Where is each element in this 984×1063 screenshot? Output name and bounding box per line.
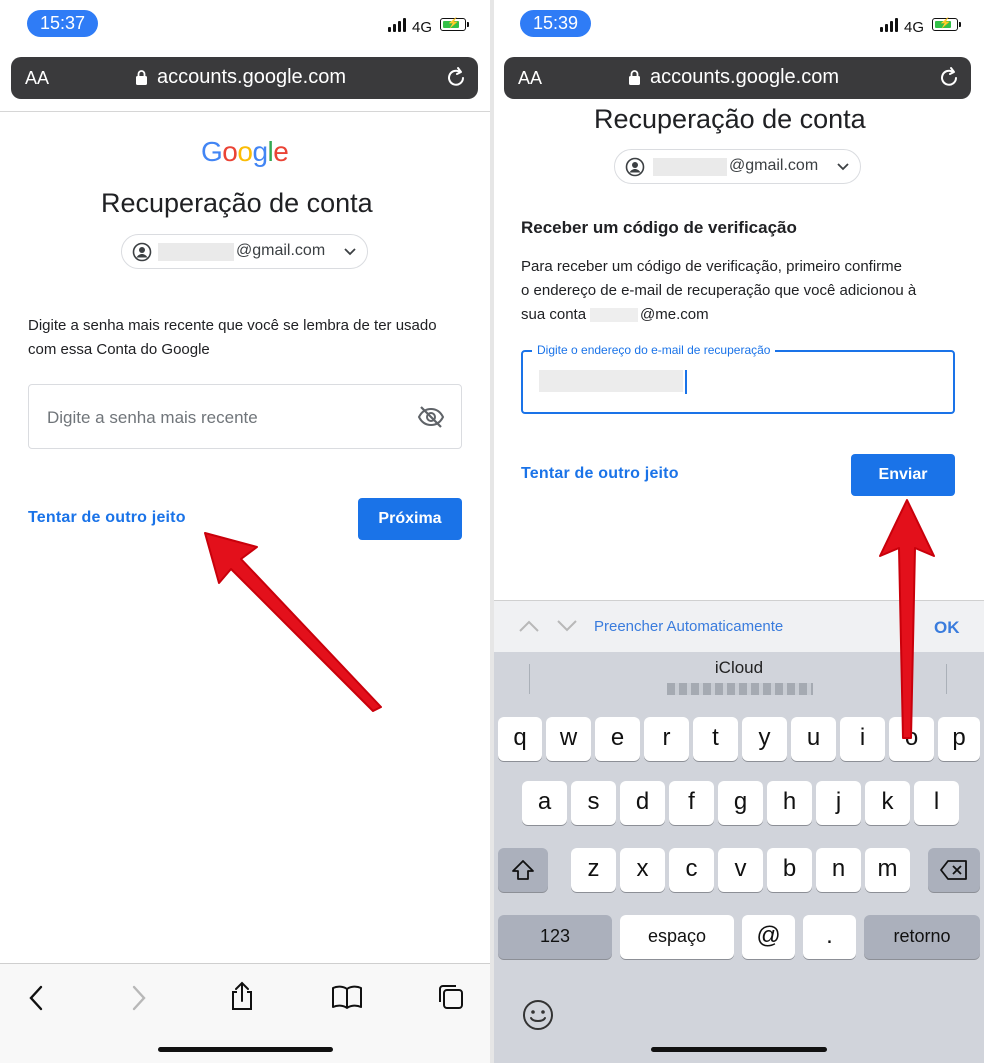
address-bar[interactable]: AA accounts.google.com	[11, 57, 478, 99]
red-arrow-annotation	[879, 499, 935, 739]
send-button[interactable]: Enviar	[851, 454, 955, 496]
tabs-icon[interactable]	[436, 982, 466, 1012]
key-t[interactable]: t	[693, 717, 738, 761]
redacted-suggestion	[667, 683, 813, 695]
share-icon[interactable]	[229, 980, 255, 1012]
key-j[interactable]: j	[816, 781, 861, 825]
autofill-button[interactable]: Preencher Automaticamente	[594, 618, 783, 635]
instruction-text: Digite a senha mais recente que você se …	[28, 317, 437, 358]
backspace-key[interactable]	[928, 848, 980, 892]
chevron-down-icon	[837, 163, 849, 171]
forward-icon[interactable]	[130, 984, 148, 1012]
account-icon	[132, 242, 152, 262]
account-email: @gmail.com	[729, 157, 819, 174]
bookmarks-icon[interactable]	[331, 984, 363, 1010]
redacted-input-value	[539, 370, 683, 392]
key-s[interactable]: s	[571, 781, 616, 825]
key-p[interactable]: p	[938, 717, 980, 761]
dot-key[interactable]: .	[803, 915, 856, 959]
password-placeholder: Digite a senha mais recente	[47, 408, 258, 427]
key-e[interactable]: e	[595, 717, 640, 761]
shift-key[interactable]	[498, 848, 548, 892]
section-heading: Receber um código de verificação	[521, 218, 797, 237]
key-r[interactable]: r	[644, 717, 689, 761]
key-a[interactable]: a	[522, 781, 567, 825]
battery-icon: ⚡	[440, 18, 469, 31]
at-key[interactable]: @	[742, 915, 795, 959]
key-k[interactable]: k	[865, 781, 910, 825]
chevron-down-icon[interactable]	[556, 619, 578, 633]
key-c[interactable]: c	[669, 848, 714, 892]
page-title: Recuperação de conta	[594, 104, 866, 134]
address-bar[interactable]: AA accounts.google.com	[504, 57, 971, 99]
return-key[interactable]: retorno	[864, 915, 980, 959]
account-icon	[625, 157, 645, 177]
home-indicator	[651, 1047, 827, 1052]
key-q[interactable]: q	[498, 717, 542, 761]
try-another-way-link[interactable]: Tentar de outro jeito	[521, 465, 679, 483]
shift-icon	[512, 860, 534, 880]
url-text: accounts.google.com	[157, 66, 347, 88]
key-d[interactable]: d	[620, 781, 665, 825]
space-key[interactable]: espaço	[620, 915, 734, 959]
redacted-email	[653, 158, 727, 176]
lock-icon	[629, 70, 640, 85]
done-button[interactable]: OK	[934, 618, 960, 638]
key-n[interactable]: n	[816, 848, 861, 892]
key-b[interactable]: b	[767, 848, 812, 892]
try-another-way-link[interactable]: Tentar de outro jeito	[28, 509, 186, 527]
key-h[interactable]: h	[767, 781, 812, 825]
emoji-icon[interactable]	[522, 999, 554, 1031]
chevron-up-icon[interactable]	[518, 619, 540, 633]
lock-icon	[136, 70, 147, 85]
status-time: 15:37	[27, 10, 98, 37]
account-chip[interactable]: @gmail.com	[614, 149, 861, 184]
key-y[interactable]: y	[742, 717, 787, 761]
text-cursor	[685, 370, 687, 394]
key-f[interactable]: f	[669, 781, 714, 825]
password-field[interactable]: Digite a senha mais recente	[28, 384, 462, 449]
reload-icon[interactable]	[939, 65, 961, 89]
left-screenshot: 15:37 4G ⚡ AA accounts.google.com Google…	[0, 0, 490, 1063]
account-email: @gmail.com	[236, 242, 326, 259]
eye-off-icon[interactable]	[417, 405, 445, 429]
signal-icon	[388, 18, 406, 32]
text-size-button[interactable]: AA	[25, 68, 49, 89]
account-chip[interactable]: @gmail.com	[121, 234, 368, 269]
numbers-key[interactable]: 123	[498, 915, 612, 959]
recovery-email-label: Digite o endereço do e-mail de recuperaç…	[532, 343, 776, 357]
key-v[interactable]: v	[718, 848, 763, 892]
network-label: 4G	[904, 19, 925, 36]
home-indicator	[158, 1047, 333, 1052]
key-u[interactable]: u	[791, 717, 836, 761]
google-logo: Google	[201, 136, 289, 167]
key-z[interactable]: z	[571, 848, 616, 892]
key-m[interactable]: m	[865, 848, 910, 892]
backspace-icon	[940, 860, 967, 880]
text-size-button[interactable]: AA	[518, 68, 542, 89]
right-screenshot: 15:39 4G ⚡ AA accounts.google.com Recupe…	[494, 0, 984, 1063]
redacted-text	[590, 308, 639, 323]
instruction-text: Para receber um código de verificação, p…	[521, 258, 917, 323]
battery-icon: ⚡	[932, 18, 961, 31]
status-time: 15:39	[520, 10, 591, 37]
redacted-email	[158, 243, 234, 261]
key-x[interactable]: x	[620, 848, 665, 892]
red-arrow-annotation	[204, 532, 382, 712]
back-icon[interactable]	[27, 984, 45, 1012]
recovery-email-field[interactable]: Digite o endereço do e-mail de recuperaç…	[521, 343, 955, 414]
page-title: Recuperação de conta	[101, 188, 373, 218]
key-l[interactable]: l	[914, 781, 959, 825]
key-g[interactable]: g	[718, 781, 763, 825]
signal-icon	[880, 18, 898, 32]
network-label: 4G	[412, 19, 433, 36]
key-w[interactable]: w	[546, 717, 591, 761]
url-text: accounts.google.com	[650, 66, 840, 88]
chevron-down-icon	[344, 248, 356, 256]
reload-icon[interactable]	[446, 65, 468, 89]
